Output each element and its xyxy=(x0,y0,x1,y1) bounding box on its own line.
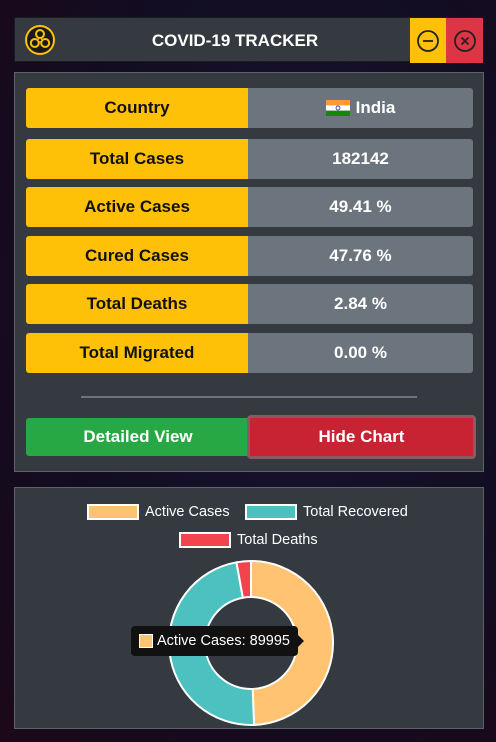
stats-panel: Country India Total Cases 182142 Active … xyxy=(14,72,484,472)
close-icon xyxy=(453,29,476,52)
stat-label: Active Cases xyxy=(26,187,248,227)
country-name: India xyxy=(355,98,396,117)
stat-label: Total Cases xyxy=(26,139,248,179)
stat-value: 0.00 % xyxy=(248,333,473,373)
divider xyxy=(81,396,417,398)
stat-row-total-migrated: Total Migrated 0.00 % xyxy=(26,333,473,373)
hide-chart-button[interactable]: Hide Chart xyxy=(247,415,476,459)
tooltip-text: Active Cases: 89995 xyxy=(157,633,290,649)
tooltip-swatch xyxy=(139,634,153,648)
stat-value: 2.84 % xyxy=(248,284,473,324)
chart-tooltip: Active Cases: 89995 xyxy=(131,626,304,656)
stat-row-active-cases: Active Cases 49.41 % xyxy=(26,187,473,227)
chart-panel: Active Cases Total Recovered Total Death… xyxy=(14,487,484,729)
stat-value: 182142 xyxy=(248,139,473,179)
stat-label: Total Deaths xyxy=(26,284,248,324)
stat-label: Cured Cases xyxy=(26,236,248,276)
tooltip-caret xyxy=(298,635,304,647)
title-bar: COVID-19 TRACKER xyxy=(14,17,483,63)
detailed-view-button[interactable]: Detailed View xyxy=(26,418,250,456)
stat-row-total-cases: Total Cases 182142 xyxy=(26,139,473,179)
minimize-icon xyxy=(417,29,439,52)
india-flag-icon xyxy=(325,100,350,116)
stat-value: India xyxy=(248,88,473,128)
biohazard-icon xyxy=(25,25,55,55)
stat-value: 49.41 % xyxy=(248,187,473,227)
stat-row-country: Country India xyxy=(26,88,473,128)
stat-row-total-deaths: Total Deaths 2.84 % xyxy=(26,284,473,324)
stat-value: 47.76 % xyxy=(248,236,473,276)
doughnut-chart[interactable] xyxy=(15,488,484,729)
minimize-button[interactable] xyxy=(410,18,446,63)
stat-row-cured-cases: Cured Cases 47.76 % xyxy=(26,236,473,276)
close-button[interactable] xyxy=(446,18,483,63)
stat-label: Country xyxy=(26,88,248,128)
app-title: COVID-19 TRACKER xyxy=(151,31,319,50)
stat-label: Total Migrated xyxy=(26,333,248,373)
